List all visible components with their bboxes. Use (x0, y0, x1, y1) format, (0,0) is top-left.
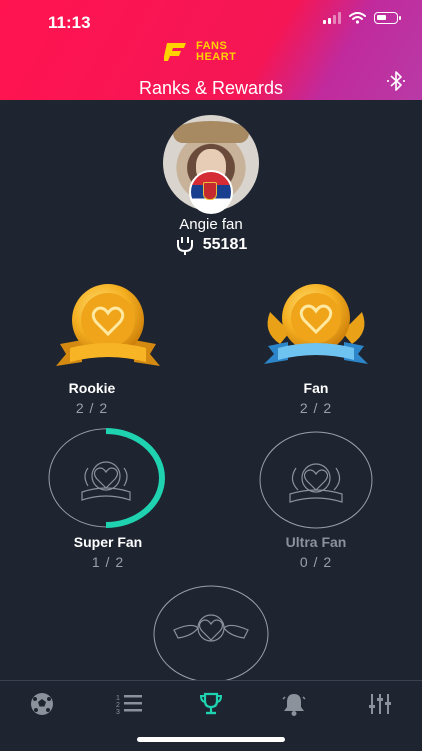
heart-crest-icon (81, 461, 131, 501)
bluetooth-icon[interactable] (386, 70, 406, 92)
super-fan-badge-ring[interactable] (48, 428, 168, 528)
tab-rewards[interactable] (193, 689, 229, 719)
status-indicators (323, 12, 401, 24)
svg-text:1: 1 (116, 695, 120, 702)
tab-rankings[interactable]: 1 2 3 (112, 689, 148, 719)
logo-mark-icon (164, 43, 186, 61)
next-rank-badge-ring[interactable] (152, 584, 270, 680)
battery-icon (374, 12, 401, 24)
rank-name-fan: Fan (303, 380, 329, 396)
heart-crest-icon (289, 463, 343, 503)
rank-name-ultra-fan: Ultra Fan (285, 534, 347, 550)
plug-points-icon (176, 237, 193, 255)
page-title: Ranks & Rewards (138, 78, 284, 98)
crest-icon (203, 182, 217, 200)
sliders-icon (369, 694, 391, 714)
rank-progress-rookie: 2 / 2 (75, 400, 109, 416)
super-fan-progress-arc (105, 428, 165, 528)
trophy-icon (199, 692, 223, 715)
wifi-icon (349, 12, 366, 24)
bell-icon (282, 694, 306, 716)
rank-progress-ultra-fan: 0 / 2 (299, 554, 333, 570)
signal-icon (323, 12, 341, 24)
winged-heart-icon (173, 614, 249, 642)
tab-settings[interactable] (362, 689, 398, 719)
rank-name-rookie: Rookie (68, 380, 116, 396)
points-value: 55181 (202, 236, 248, 253)
svg-text:3: 3 (116, 709, 120, 716)
rookie-badge-icon[interactable] (52, 282, 164, 372)
points-row: 55181 (0, 235, 422, 255)
fan-badge-icon[interactable] (260, 282, 372, 372)
soccer-ball-icon (31, 693, 53, 715)
app-header: 11:13 FANS HEART Ranks & Rewards (0, 0, 422, 100)
ranked-list-icon: 1 2 3 (116, 695, 142, 716)
username: Angie fan (179, 216, 243, 233)
country-flag (189, 170, 233, 214)
home-indicator[interactable] (137, 737, 285, 742)
rank-name-super-fan: Super Fan (73, 534, 143, 550)
tab-matches[interactable] (24, 689, 60, 719)
rank-progress-fan: 2 / 2 (299, 400, 333, 416)
svg-text:2: 2 (116, 702, 120, 709)
logo-line2: HEART (196, 51, 237, 63)
fansheart-logo: FANS HEART (164, 41, 236, 63)
tab-notifications[interactable] (276, 689, 312, 719)
ultra-fan-badge-ring[interactable] (258, 430, 374, 530)
rank-progress-super-fan: 1 / 2 (91, 554, 125, 570)
status-time: 11:13 (48, 13, 91, 32)
